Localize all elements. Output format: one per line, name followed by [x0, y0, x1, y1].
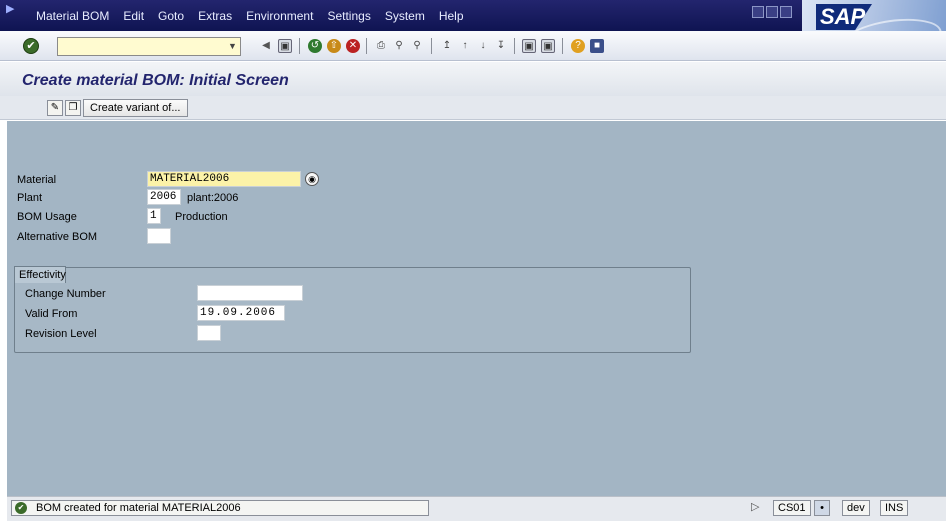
change-number-field[interactable] — [197, 285, 303, 301]
page-title: Create material BOM: Initial Screen — [22, 72, 289, 89]
back-arrow-icon[interactable]: ◀ — [259, 39, 273, 53]
plant-label: Plant — [17, 192, 43, 204]
menu-help[interactable]: Help — [439, 9, 464, 23]
print-icon[interactable]: ⎙ — [374, 39, 388, 53]
minimize-button[interactable] — [752, 6, 764, 18]
status-expand-icon[interactable]: ▷ — [747, 500, 763, 516]
new-session-icon[interactable]: ▣ — [522, 39, 536, 53]
menu-items: Material BOM Edit Goto Extras Environmen… — [36, 9, 478, 23]
exit-icon[interactable]: ⇧ — [327, 39, 341, 53]
previous-page-icon[interactable]: ↑ — [458, 39, 472, 53]
menu-material-bom[interactable]: Material BOM — [36, 9, 109, 23]
system-name: dev — [842, 500, 870, 516]
plant-description: plant:2006 — [187, 192, 239, 204]
plant-field[interactable]: 2006 — [147, 189, 181, 205]
first-page-icon[interactable]: ↥ — [440, 39, 454, 53]
maximize-button[interactable] — [766, 6, 778, 18]
bom-usage-field[interactable]: 1 — [147, 208, 161, 224]
change-number-label: Change Number — [25, 288, 106, 300]
search-help-icon[interactable]: ◉ — [305, 172, 319, 186]
toolbar-separator — [431, 38, 432, 54]
toolbar-separator — [366, 38, 367, 54]
sap-menu-icon[interactable]: ▶ — [6, 2, 18, 15]
valid-from-field[interactable]: 19.09.2006 — [197, 305, 285, 321]
command-field[interactable]: ▼ — [57, 37, 241, 56]
success-check-icon: ✔ — [15, 502, 27, 514]
transaction-code: CS01 — [773, 500, 811, 516]
layout-menu-icon[interactable]: ■ — [590, 39, 604, 53]
bom-icon[interactable]: ✎ — [47, 100, 63, 116]
shortcut-icon[interactable]: ▣ — [541, 39, 555, 53]
bom-usage-description: Production — [175, 211, 228, 223]
copy-icon[interactable]: ❐ — [65, 100, 81, 116]
revision-level-label: Revision Level — [25, 328, 97, 340]
toolbar-separator — [562, 38, 563, 54]
menu-edit[interactable]: Edit — [123, 9, 144, 23]
material-field[interactable]: MATERIAL2006 — [147, 171, 301, 187]
valid-from-label: Valid From — [25, 308, 78, 320]
menu-system[interactable]: System — [385, 9, 425, 23]
alternative-bom-field[interactable] — [147, 228, 171, 244]
toolbar-separator — [514, 38, 515, 54]
toolbar-separator — [299, 38, 300, 54]
effectivity-group — [14, 267, 691, 353]
find-icon[interactable]: ⚲ — [392, 39, 406, 53]
status-message[interactable]: BOM created for material MATERIAL2006 — [11, 500, 429, 516]
find-next-icon[interactable]: ⚲ — [410, 39, 424, 53]
save-icon[interactable]: ▣ — [278, 39, 292, 53]
insert-mode: INS — [880, 500, 909, 516]
material-label: Material — [17, 174, 57, 186]
help-icon[interactable]: ? — [571, 39, 585, 53]
menu-extras[interactable]: Extras — [198, 9, 232, 23]
effectivity-title: Effectivity — [14, 266, 66, 283]
command-history-icon[interactable]: ▼ — [228, 40, 238, 52]
create-variant-button[interactable]: Create variant of... — [83, 99, 188, 117]
window-controls — [752, 6, 792, 18]
menu-goto[interactable]: Goto — [158, 9, 184, 23]
cancel-icon[interactable]: ✕ — [346, 39, 360, 53]
back-icon[interactable]: ↺ — [308, 39, 322, 53]
bom-usage-label: BOM Usage — [17, 211, 77, 223]
menu-environment[interactable]: Environment — [246, 9, 313, 23]
enter-check-icon[interactable]: ✔ — [23, 38, 39, 54]
alternative-bom-label: Alternative BOM — [17, 231, 98, 243]
revision-level-field[interactable] — [197, 325, 221, 341]
menu-settings[interactable]: Settings — [327, 9, 370, 23]
last-page-icon[interactable]: ↧ — [494, 39, 508, 53]
session-info-icon[interactable]: • — [814, 500, 830, 516]
close-window-button[interactable] — [780, 6, 792, 18]
next-page-icon[interactable]: ↓ — [476, 39, 490, 53]
